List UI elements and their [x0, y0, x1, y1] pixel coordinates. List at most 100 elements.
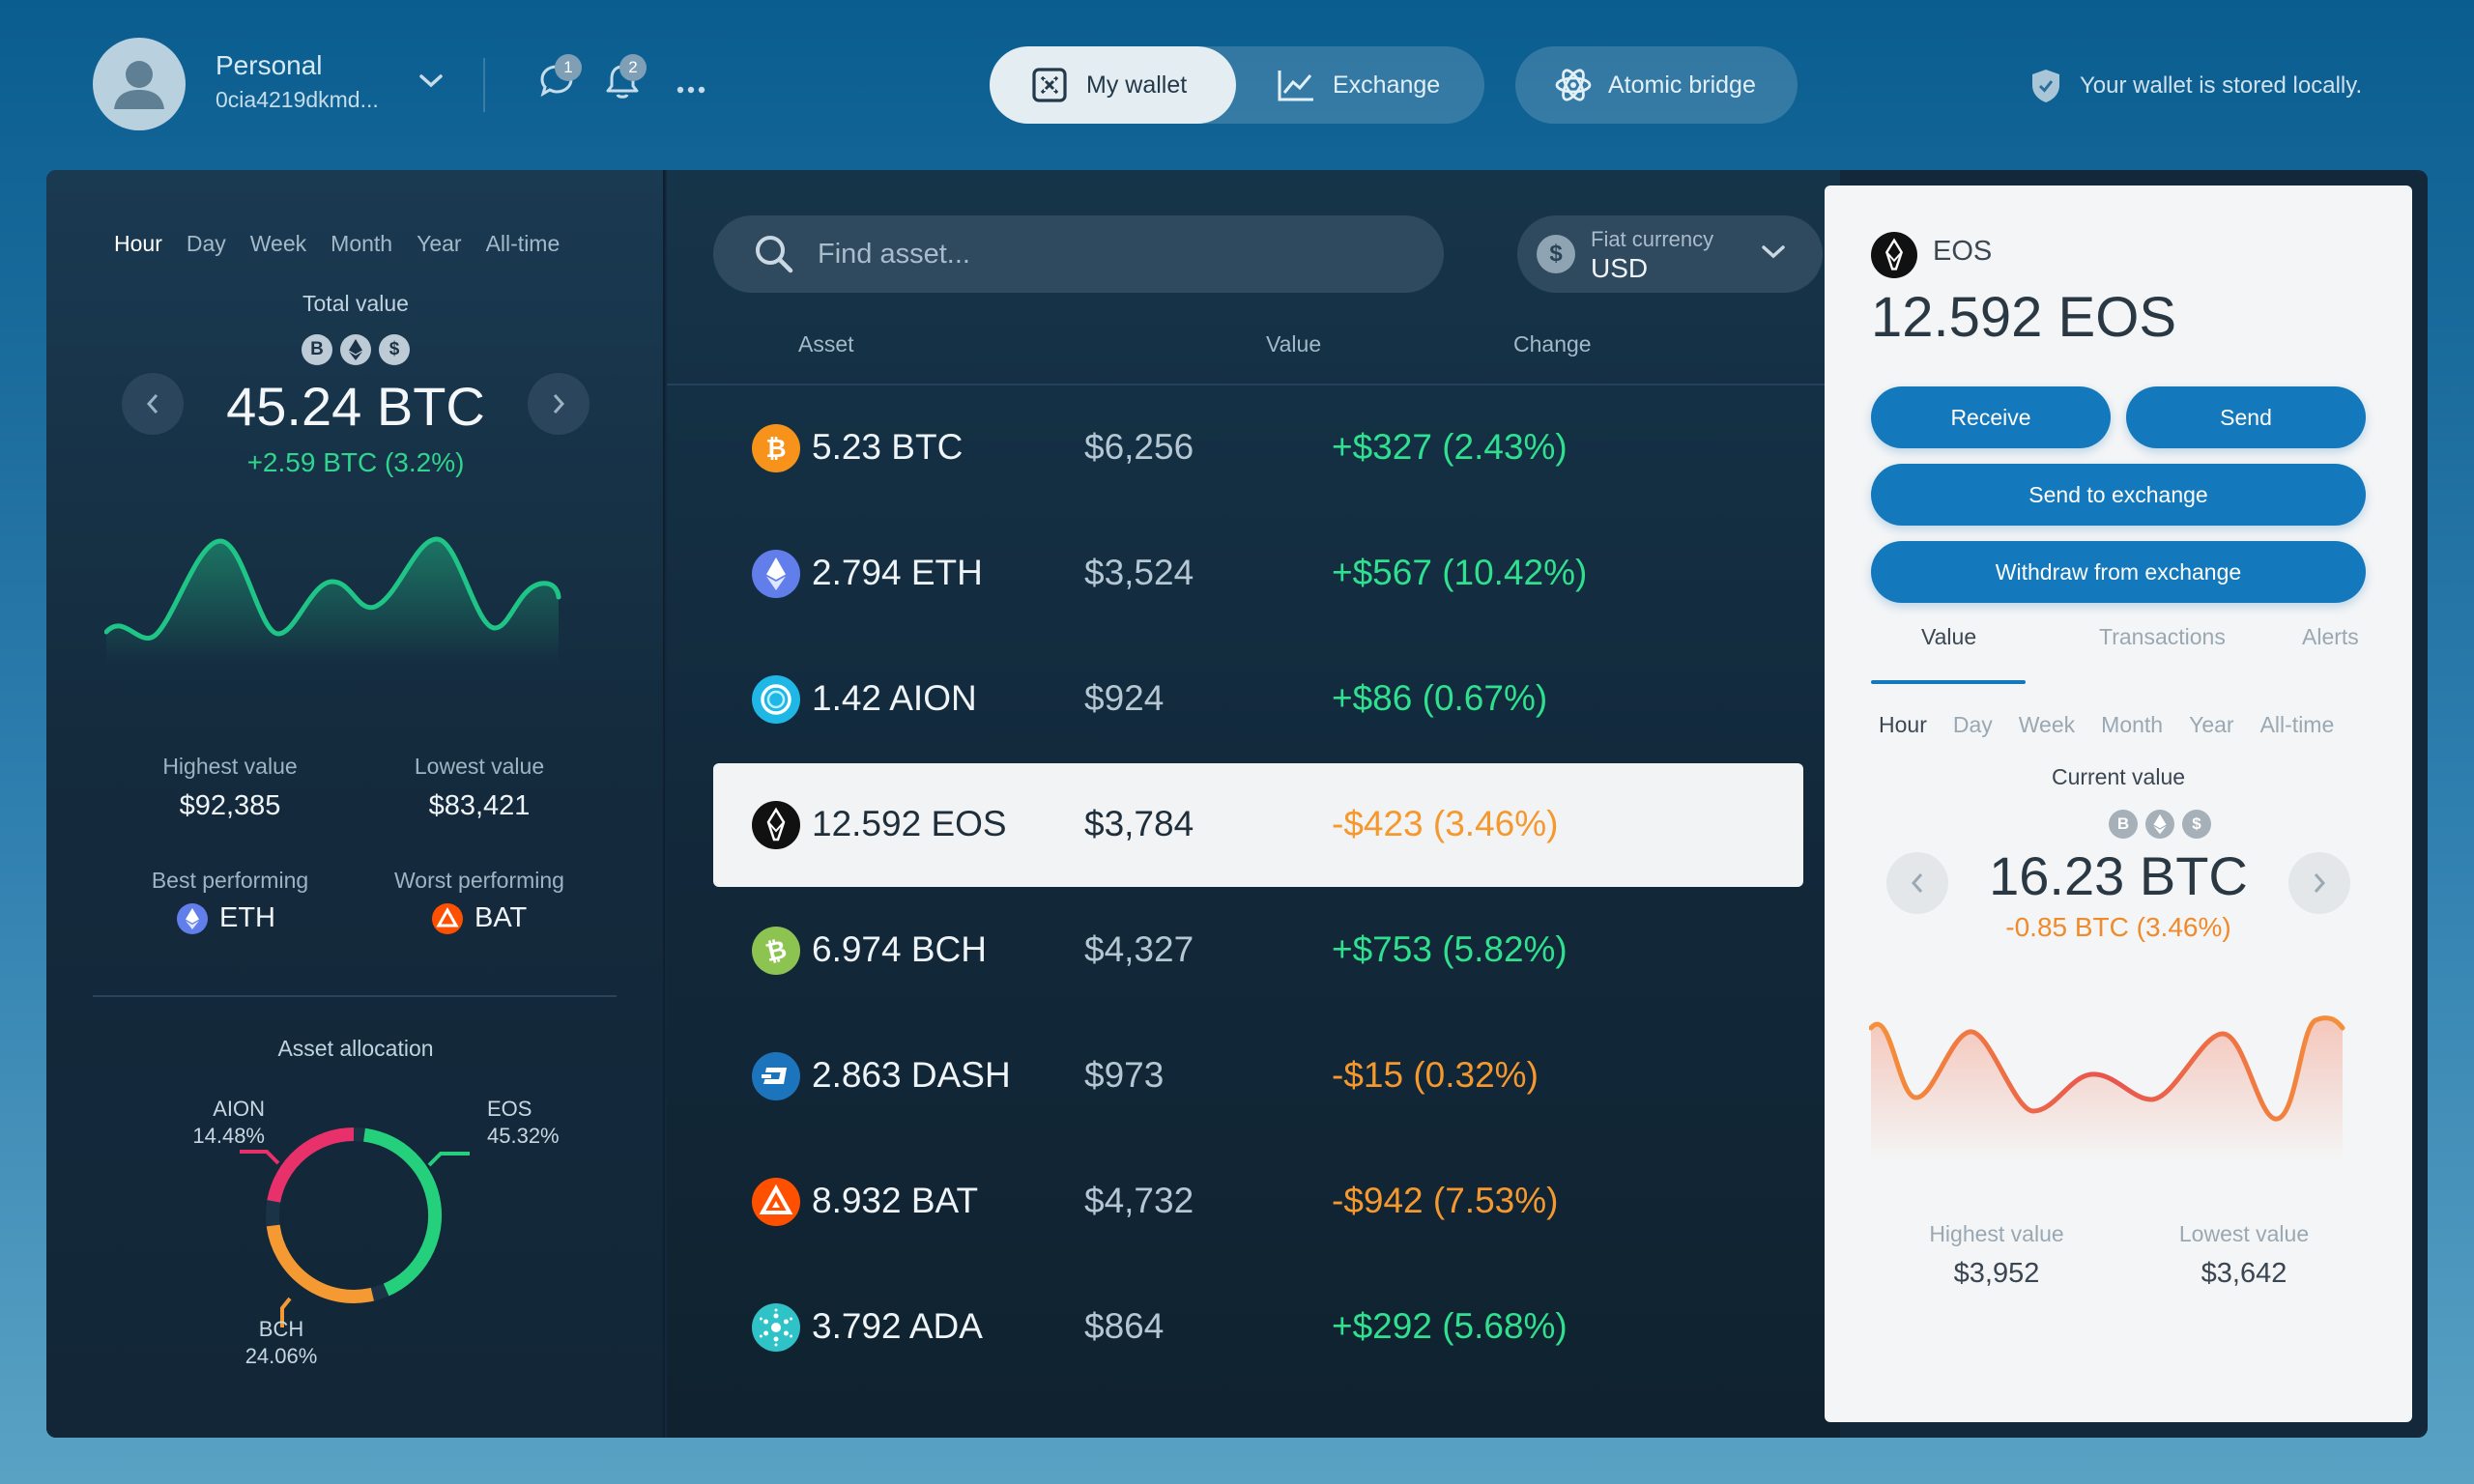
time-tab-month[interactable]: Month: [2101, 712, 2163, 738]
wallet-icon: [1030, 66, 1069, 104]
time-tab-day[interactable]: Day: [1953, 712, 1993, 738]
asset-row-btc[interactable]: ₿ 5.23 BTC $6,256 +$327 (2.43%): [713, 386, 1803, 510]
asset-amount: 12.592 EOS: [812, 804, 1007, 843]
atomic-bridge-button[interactable]: Atomic bridge: [1515, 46, 1798, 124]
time-tab-all-time[interactable]: All-time: [486, 231, 561, 257]
asset-row-bch[interactable]: ₿ 6.974 BCH $4,327 +$753 (5.82%): [713, 889, 1803, 1013]
my-wallet-button[interactable]: My wallet: [990, 46, 1236, 124]
asset-row-bat[interactable]: 8.932 BAT $4,732 -$942 (7.53%): [713, 1140, 1803, 1264]
asset-amount: 8.932 BAT: [812, 1181, 979, 1220]
chevron-down-icon[interactable]: [418, 73, 444, 94]
fiat-currency-label: Fiat currency: [1591, 227, 1714, 251]
time-tab-week[interactable]: Week: [250, 231, 306, 257]
withdraw-from-exchange-button[interactable]: Withdraw from exchange: [1871, 541, 2366, 603]
chart-line-icon: [1277, 68, 1315, 102]
time-tab-year[interactable]: Year: [2189, 712, 2233, 738]
time-tab-week[interactable]: Week: [2019, 712, 2075, 738]
asset-value: $864: [1084, 1306, 1165, 1346]
bch-percent: 24.06%: [245, 1344, 318, 1368]
eth-unit-icon[interactable]: [340, 334, 371, 365]
asset-value: $924: [1084, 678, 1165, 718]
btc-unit-icon[interactable]: B: [2109, 810, 2138, 839]
column-header-value[interactable]: Value: [1266, 331, 1321, 357]
avatar[interactable]: [93, 38, 186, 130]
main-nav: My wallet Exchange: [990, 46, 1484, 124]
column-header-change[interactable]: Change: [1513, 331, 1592, 357]
asset-row-ada[interactable]: 3.792 ADA $864 +$292 (5.68%): [713, 1266, 1803, 1389]
portfolio-summary: Hour Day Week Month Year All-time Total …: [46, 170, 665, 1438]
notifications-badge: 2: [619, 54, 647, 81]
asset-change: -$942 (7.53%): [1332, 1181, 1559, 1220]
profile-name[interactable]: Personal: [216, 50, 323, 81]
time-tab-all-time[interactable]: All-time: [2260, 712, 2335, 738]
bch-icon: ₿: [752, 927, 800, 975]
asset-row-eos[interactable]: 12.592 EOS $3,784 -$423 (3.46%): [713, 763, 1803, 887]
eos-icon: [1871, 232, 1917, 278]
main-panel: Hour Day Week Month Year All-time Total …: [46, 170, 2428, 1438]
usd-unit-icon[interactable]: $: [2182, 810, 2211, 839]
more-icon[interactable]: [676, 81, 705, 99]
aion-segment: [267, 1127, 355, 1203]
send-button[interactable]: Send: [2126, 386, 2366, 448]
time-tab-hour[interactable]: Hour: [1879, 712, 1927, 738]
my-wallet-label: My wallet: [1086, 71, 1188, 99]
eos-segment: [362, 1127, 443, 1297]
asset-allocation-title: Asset allocation: [277, 1036, 434, 1061]
receive-button[interactable]: Receive: [1871, 386, 2111, 448]
time-tab-day[interactable]: Day: [187, 231, 226, 257]
exchange-button[interactable]: Exchange: [1236, 46, 1484, 124]
profile-address: 0cia4219dkmd...: [216, 87, 379, 112]
aion-percent: 14.48%: [192, 1124, 265, 1148]
asset-amount: 1.42 AION: [812, 678, 977, 718]
eth-icon: [752, 550, 800, 598]
fiat-currency-select[interactable]: $ Fiat currency USD: [1517, 215, 1823, 293]
search-icon: [754, 234, 794, 274]
tab-transactions[interactable]: Transactions: [2099, 624, 2226, 650]
send-to-exchange-button[interactable]: Send to exchange: [1871, 464, 2366, 526]
lowest-value-label: Lowest value: [2178, 1221, 2310, 1246]
top-bar: Personal 0cia4219dkmd... 1 2 My wallet E…: [0, 0, 2474, 170]
column-header-asset[interactable]: Asset: [798, 331, 854, 357]
bat-icon: [432, 902, 463, 934]
btc-icon: ₿: [752, 424, 800, 472]
asset-row-dash[interactable]: 2.863 DASH $973 -$15 (0.32%): [713, 1014, 1803, 1138]
asset-amount: 3.792 ADA: [812, 1306, 983, 1346]
asset-change: +$292 (5.68%): [1332, 1306, 1568, 1346]
total-value: 45.24 BTC: [226, 376, 485, 437]
detail-balance: 12.592 EOS: [1871, 286, 2176, 349]
svg-text:₿: ₿: [765, 435, 786, 464]
tab-value[interactable]: Value: [1921, 624, 1976, 650]
eth-unit-icon[interactable]: [2145, 810, 2174, 839]
bch-name: BCH: [258, 1317, 304, 1341]
tab-alerts[interactable]: Alerts: [2302, 624, 2359, 650]
asset-row-eth[interactable]: 2.794 ETH $3,524 +$567 (10.42%): [713, 512, 1803, 636]
highest-value-label: Highest value: [162, 754, 298, 779]
asset-sparkline: [1869, 1015, 2345, 1161]
highest-value: $3,952: [1953, 1258, 2040, 1289]
best-performing[interactable]: ETH: [177, 902, 275, 934]
worst-performing[interactable]: BAT: [432, 902, 527, 934]
asset-list-panel: $ Fiat currency USD Asset Value Change ₿…: [667, 170, 1840, 1438]
usd-unit-icon[interactable]: $: [379, 334, 410, 365]
time-tab-year[interactable]: Year: [417, 231, 461, 257]
search-input[interactable]: [818, 238, 1359, 271]
divider: [93, 995, 617, 997]
btc-unit-icon[interactable]: B: [302, 334, 332, 365]
time-range-tabs: Hour Day Week Month Year All-time: [114, 231, 560, 257]
ada-icon: [752, 1303, 800, 1352]
shield-check-icon: [2029, 68, 2062, 104]
time-tab-hour[interactable]: Hour: [114, 231, 162, 257]
current-change: -0.85 BTC (3.46%): [2005, 912, 2231, 942]
local-note-text: Your wallet is stored locally.: [2080, 72, 2363, 99]
asset-row-aion[interactable]: 1.42 AION $924 +$86 (0.67%): [713, 638, 1803, 761]
dash-icon: [752, 1052, 800, 1100]
aion-icon: [752, 675, 800, 724]
asset-change: +$327 (2.43%): [1332, 427, 1568, 467]
detail-ticker: EOS: [1933, 236, 1993, 267]
asset-change: +$753 (5.82%): [1332, 929, 1568, 969]
asset-value: $973: [1084, 1055, 1165, 1095]
lowest-value-label: Lowest value: [414, 754, 545, 779]
asset-change: +$567 (10.42%): [1332, 553, 1588, 592]
eos-name: EOS: [487, 1097, 532, 1121]
time-tab-month[interactable]: Month: [331, 231, 392, 257]
